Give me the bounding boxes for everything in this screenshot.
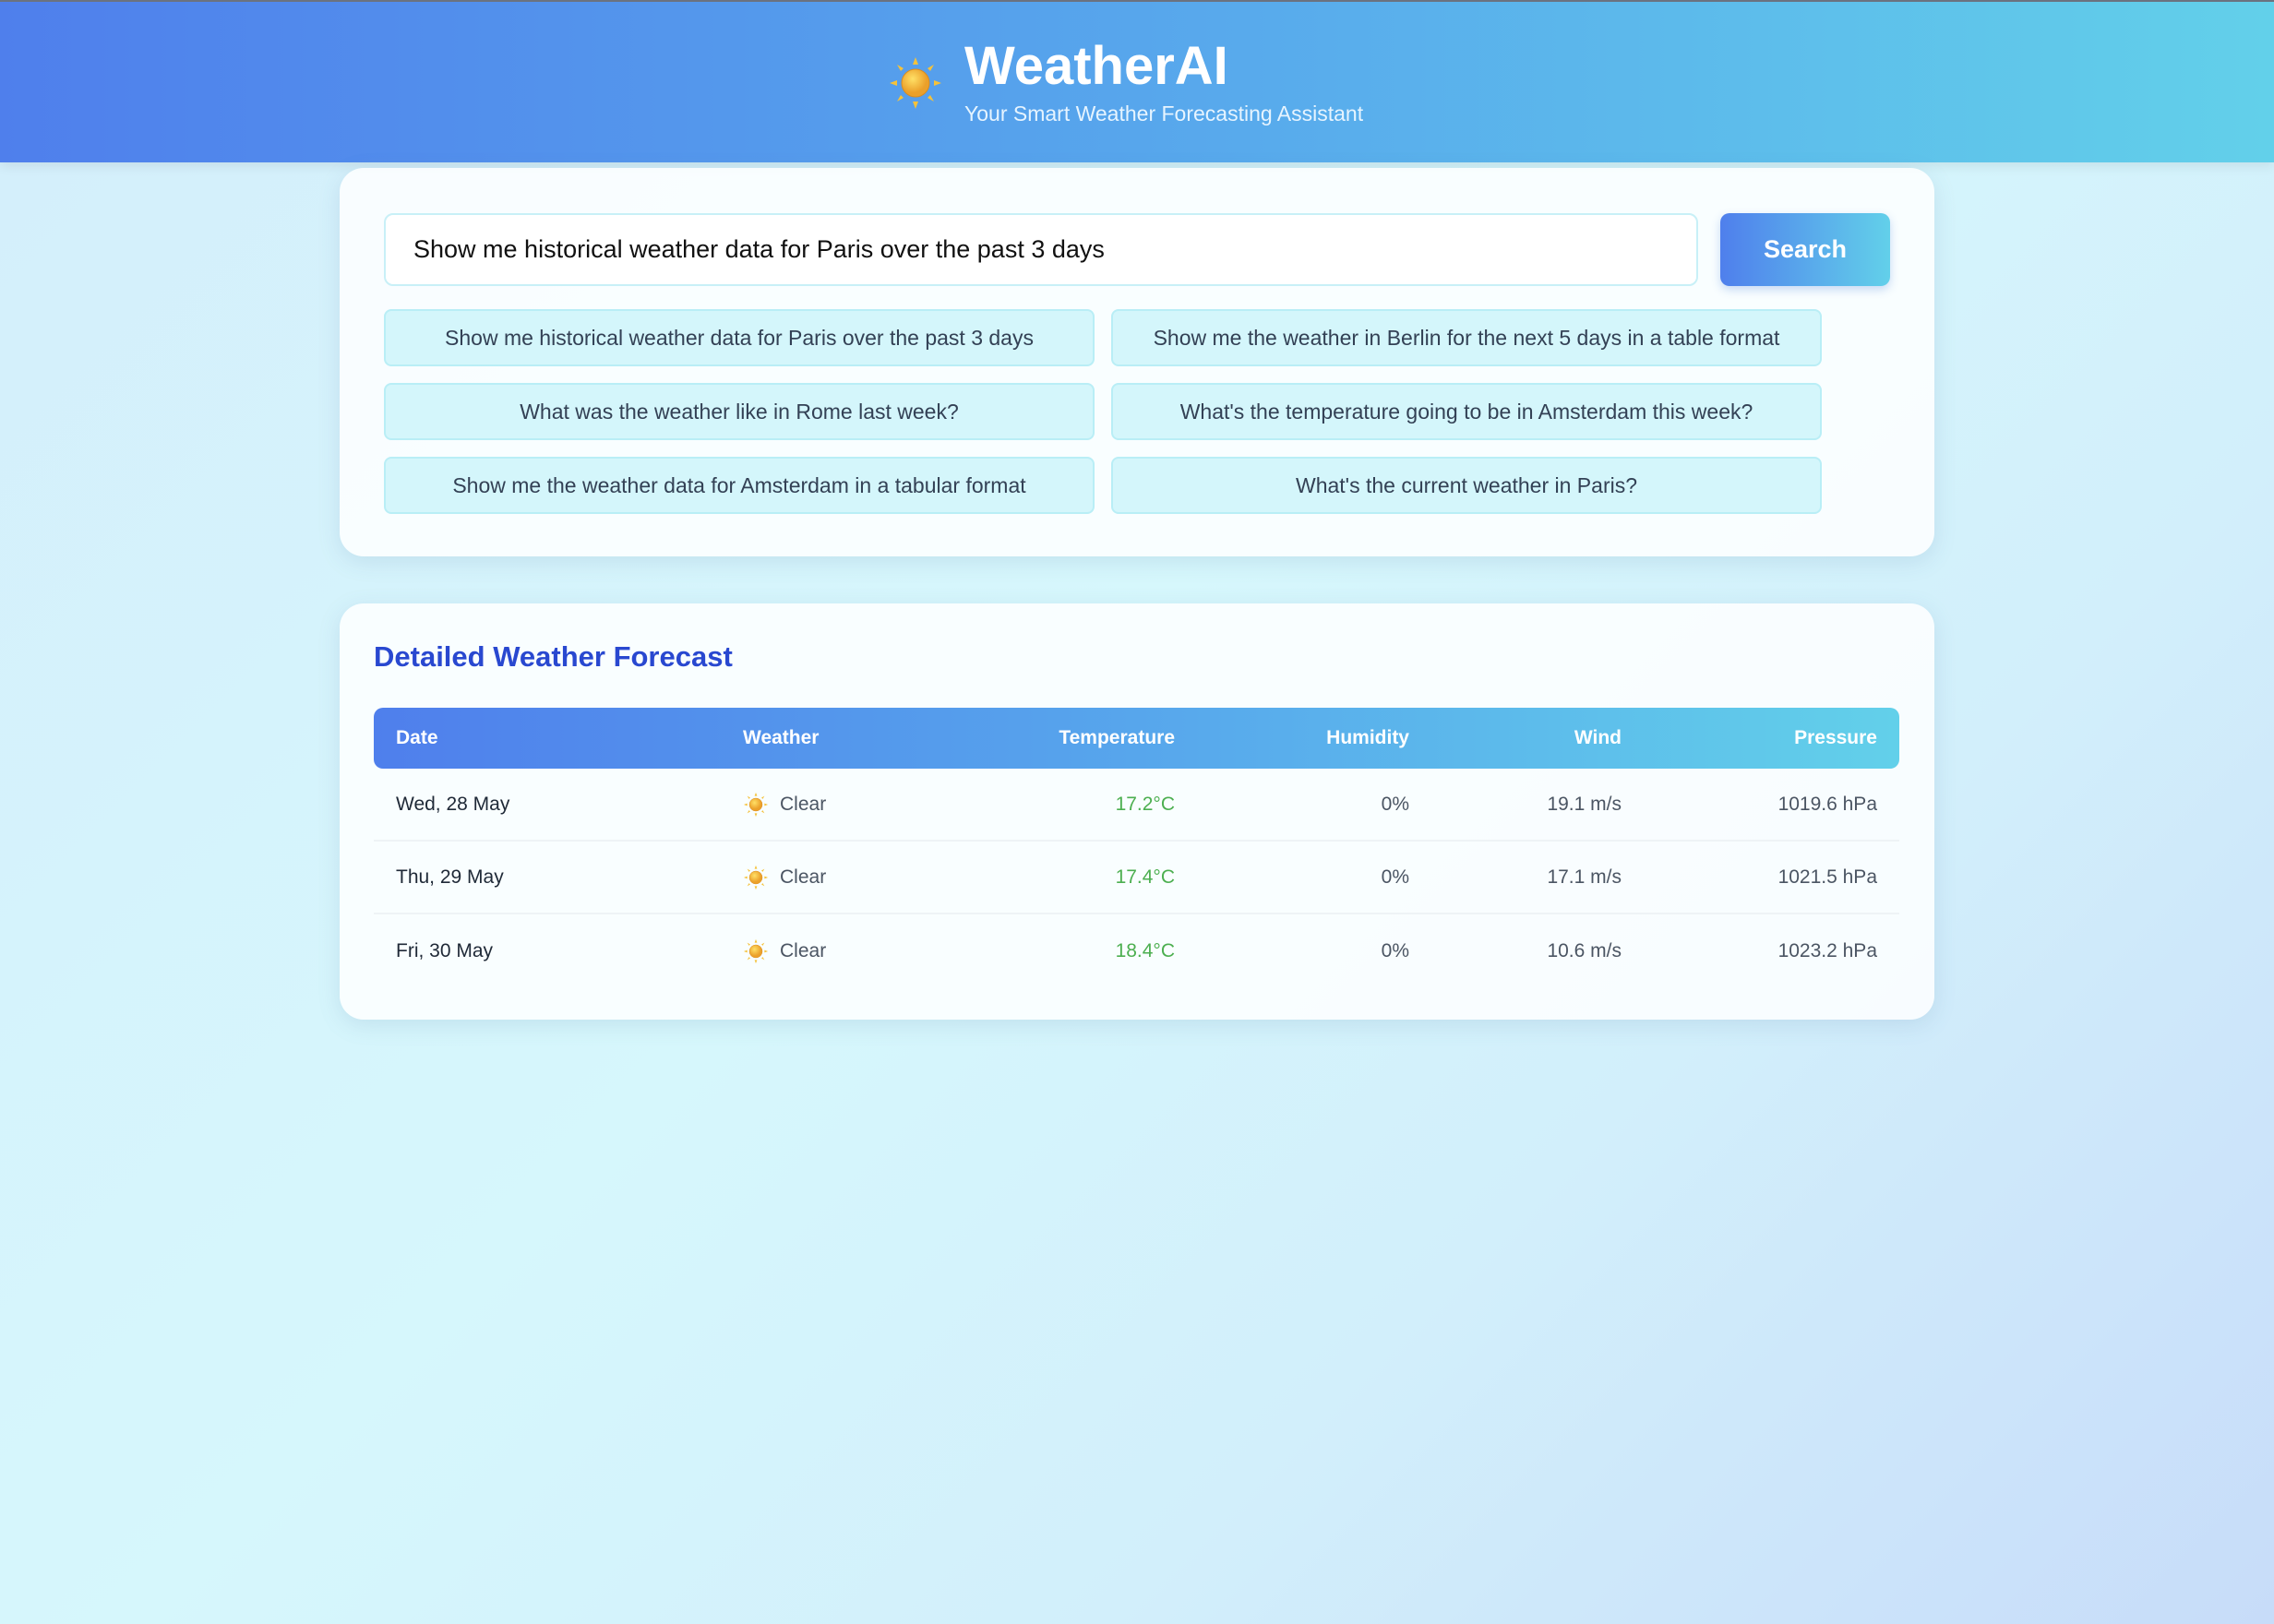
column-header-humidity: Humidity <box>1326 727 1409 748</box>
column-header-wind: Wind <box>1574 727 1622 748</box>
date-cell: Thu, 29 May <box>396 866 504 888</box>
weather-label: Clear <box>780 939 827 961</box>
suggestion-chip[interactable]: Show me the weather in Berlin for the ne… <box>1111 309 1822 366</box>
temperature-cell: 17.4°C <box>1115 866 1175 888</box>
table-header: Date Weather Temperature Humidity Wind P… <box>374 708 1899 769</box>
weather-label: Clear <box>780 866 827 888</box>
date-cell: Wed, 28 May <box>396 793 510 815</box>
temperature-cell: 17.2°C <box>1115 793 1175 815</box>
search-card: Search Show me historical weather data f… <box>340 168 1934 556</box>
wind-cell: 10.6 m/s <box>1547 939 1622 961</box>
wind-cell: 19.1 m/s <box>1547 793 1622 815</box>
humidity-cell: 0% <box>1381 939 1409 961</box>
pressure-cell: 1023.2 hPa <box>1777 939 1877 961</box>
weather-cell: Clear <box>721 865 1015 890</box>
date-cell: Fri, 30 May <box>396 939 494 961</box>
column-header-pressure: Pressure <box>1794 727 1877 748</box>
suggestion-chip[interactable]: Show me the weather data for Amsterdam i… <box>384 457 1095 514</box>
table-row: Fri, 30 May Clear 18.4°C 0% 10.6 m/s 1023.2 h… <box>374 914 1899 987</box>
weather-cell: Clear <box>721 792 1015 818</box>
weather-label: Clear <box>780 793 827 815</box>
suggestion-chip[interactable]: What was the weather like in Rome last w… <box>384 383 1095 440</box>
table-row: Wed, 28 May Clear 17.2°C 0% 19.1 m/s 1019.6 h… <box>374 769 1899 842</box>
search-input[interactable] <box>384 213 1698 286</box>
suggestion-chip[interactable]: What's the current weather in Paris? <box>1111 457 1822 514</box>
pressure-cell: 1019.6 hPa <box>1777 793 1877 815</box>
table-row: Thu, 29 May Clear 17.4°C 0% 17.1 m/s 1021.5 h… <box>374 842 1899 914</box>
app-title: WeatherAI <box>964 36 1228 96</box>
search-button[interactable]: Search <box>1720 213 1890 286</box>
column-header-weather: Weather <box>743 727 820 748</box>
suggestion-chip[interactable]: What's the temperature going to be in Am… <box>1111 383 1822 440</box>
suggestion-chip[interactable]: Show me historical weather data for Pari… <box>384 309 1095 366</box>
sun-icon <box>743 865 769 890</box>
sun-icon <box>889 56 942 110</box>
column-header-date: Date <box>396 727 438 748</box>
wind-cell: 17.1 m/s <box>1547 866 1622 888</box>
weather-cell: Clear <box>721 938 1015 964</box>
sun-icon <box>743 938 769 963</box>
temperature-cell: 18.4°C <box>1115 939 1175 961</box>
column-header-temperature: Temperature <box>1059 727 1175 748</box>
humidity-cell: 0% <box>1381 793 1409 815</box>
app-header: WeatherAI Your Smart Weather Forecasting… <box>0 0 2274 162</box>
pressure-cell: 1021.5 hPa <box>1777 866 1877 888</box>
sun-icon <box>743 792 769 817</box>
app-subtitle: Your Smart Weather Forecasting Assistant <box>964 102 1364 125</box>
forecast-title: Detailed Weather Forecast <box>374 640 733 673</box>
forecast-card: Detailed Weather Forecast Date Weather T… <box>340 603 1934 1020</box>
humidity-cell: 0% <box>1381 866 1409 888</box>
